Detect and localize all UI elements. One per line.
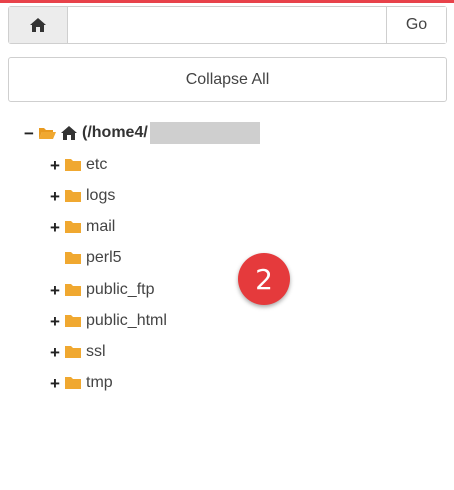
tree-item-label: etc bbox=[86, 156, 108, 173]
tree-item-label: public_ftp bbox=[86, 281, 155, 298]
path-input[interactable] bbox=[68, 7, 386, 43]
collapse-toggle[interactable]: − bbox=[22, 125, 36, 142]
tree-item-label: logs bbox=[86, 187, 116, 204]
home-button[interactable] bbox=[9, 7, 68, 43]
home-icon bbox=[30, 18, 46, 32]
folder-icon bbox=[65, 159, 81, 171]
redacted-text bbox=[149, 122, 260, 144]
folder-icon bbox=[65, 377, 81, 389]
tree-item-label: perl5 bbox=[86, 249, 122, 266]
tree-item-mail[interactable]: + mail bbox=[48, 214, 115, 240]
collapse-all-button[interactable]: Collapse All bbox=[8, 57, 447, 102]
home-icon bbox=[61, 126, 77, 140]
annotation-badge: 2 bbox=[238, 253, 290, 305]
tree-item-ssl[interactable]: + ssl bbox=[48, 339, 106, 365]
tree-item-public-ftp[interactable]: + public_ftp bbox=[48, 277, 155, 303]
open-folder-icon bbox=[39, 128, 56, 139]
expand-toggle[interactable]: + bbox=[48, 344, 62, 361]
tree-item-tmp[interactable]: + tmp bbox=[48, 370, 113, 396]
path-bar: Go bbox=[8, 6, 447, 44]
expand-toggle[interactable]: + bbox=[48, 282, 62, 299]
folder-icon bbox=[65, 284, 81, 296]
tree-item-public-html[interactable]: + public_html bbox=[48, 308, 167, 334]
folder-icon bbox=[65, 190, 81, 202]
folder-icon bbox=[65, 346, 81, 358]
tree-item-label: tmp bbox=[86, 374, 113, 391]
expand-toggle[interactable]: + bbox=[48, 313, 62, 330]
tree-item-perl5[interactable]: perl5 bbox=[48, 245, 122, 271]
expand-toggle[interactable]: + bbox=[48, 188, 62, 205]
expand-toggle[interactable]: + bbox=[48, 375, 62, 392]
folder-icon bbox=[65, 315, 81, 327]
tree-item-logs[interactable]: + logs bbox=[48, 183, 115, 209]
tree-root[interactable]: − (/home4/ bbox=[22, 120, 260, 146]
tree-item-label: public_html bbox=[86, 312, 167, 329]
folder-icon bbox=[65, 221, 81, 233]
file-manager-panel: Go Collapse All − (/home4/ + etc + logs bbox=[0, 0, 454, 490]
top-accent-bar bbox=[0, 0, 454, 3]
tree-item-etc[interactable]: + etc bbox=[48, 152, 107, 178]
tree-item-label: mail bbox=[86, 218, 116, 235]
tree-root-label: (/home4/ bbox=[82, 124, 148, 141]
expand-toggle[interactable]: + bbox=[48, 157, 62, 174]
folder-icon bbox=[65, 252, 81, 264]
tree-item-label: ssl bbox=[86, 343, 106, 360]
expand-toggle[interactable]: + bbox=[48, 219, 62, 236]
go-button[interactable]: Go bbox=[386, 7, 446, 43]
